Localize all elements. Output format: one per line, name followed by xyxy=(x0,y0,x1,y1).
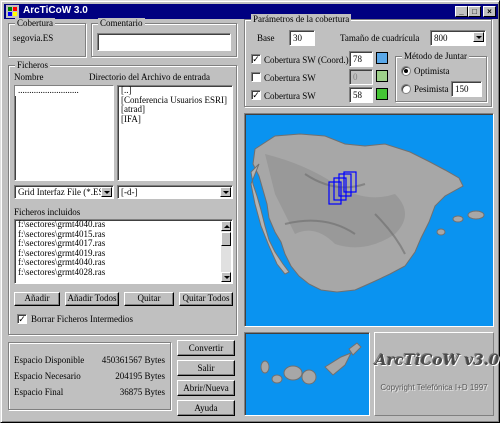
comentario-input[interactable] xyxy=(97,33,231,51)
comentario-label: Comentario xyxy=(98,18,145,28)
spain-map-graphic xyxy=(250,133,485,293)
window-title: ArcTiCoW 3.0 xyxy=(23,5,88,16)
directory-item[interactable]: [..] xyxy=(118,86,232,96)
incluidos-label: Ficheros incluidos xyxy=(14,207,81,217)
file-type-select[interactable]: Grid Interfaz File (*.ES) xyxy=(14,185,114,199)
final-value: 36875 Bytes xyxy=(119,387,165,397)
green-grid-swatch-icon[interactable] xyxy=(376,70,388,82)
tamano-select[interactable]: 800 xyxy=(430,30,486,46)
chevron-down-icon[interactable] xyxy=(220,187,231,197)
canary-islands-map[interactable] xyxy=(244,332,370,416)
drive-select[interactable]: [-d-] xyxy=(117,185,233,199)
logo-copyright: Copyright Telefónica I+D 1997 xyxy=(380,383,488,392)
parametros-label: Parámetros de la cobertura xyxy=(251,14,352,24)
base-input[interactable]: 30 xyxy=(289,30,315,46)
borrar-label: Borrar Ficheros Intermedios xyxy=(31,314,133,324)
close-button[interactable]: × xyxy=(483,6,496,17)
included-file-item[interactable]: f:\sectores\grmt4040.ras xyxy=(15,220,232,230)
logo-title: ArcTiCoW v3.0 xyxy=(375,351,500,369)
metodo-label: Método de Juntar xyxy=(402,51,469,61)
directorio-label: Directorio del Archivo de entrada xyxy=(89,72,210,82)
directory-item[interactable]: [atrad] xyxy=(118,105,232,115)
tamano-label: Tamaño de cuadrícula xyxy=(340,33,420,43)
metodo-group: Método de Juntar Optimista Pesimista 150 xyxy=(395,51,487,102)
directory-list[interactable]: [..] [Conferencia Usuarios ESRI] [atrad]… xyxy=(117,85,233,181)
base-label: Base xyxy=(257,33,275,43)
file-type-value: Grid Interfaz File (*.ES) xyxy=(18,187,107,197)
logo-panel: ArcTiCoW v3.0 Copyright Telefónica I+D 1… xyxy=(374,332,500,416)
anadir-button[interactable]: Añadir xyxy=(14,292,60,306)
quitar-button[interactable]: Quitar xyxy=(124,292,174,306)
stats-group: Espacio Disponible 450361567 Bytes Espac… xyxy=(8,342,171,410)
scroll-up-icon[interactable] xyxy=(221,221,231,231)
pesimista-radio[interactable] xyxy=(401,84,411,94)
salir-button[interactable]: Salir xyxy=(177,360,235,376)
included-file-item[interactable]: f:\sectores\grmt4017.ras xyxy=(15,239,232,249)
chevron-down-icon[interactable] xyxy=(473,32,484,42)
cobertura-label: Cobertura xyxy=(15,18,55,28)
convertir-button[interactable]: Convertir xyxy=(177,340,235,356)
ficheros-label: Ficheros xyxy=(15,60,50,70)
drive-value: [-d-] xyxy=(121,187,138,197)
nombre-label: Nombre xyxy=(14,72,44,82)
optimista-radio[interactable] xyxy=(401,66,411,76)
directory-item[interactable]: [IFA] xyxy=(118,115,232,125)
borrar-checkbox[interactable]: ✓ xyxy=(17,314,27,324)
cobertura-group: Cobertura segovia.ES xyxy=(8,18,86,57)
ficheros-group: Ficheros Nombre Directorio del Archivo d… xyxy=(8,60,237,335)
cob3-checkbox[interactable]: ✓ xyxy=(251,90,261,100)
necesario-label: Espacio Necesario xyxy=(14,371,81,381)
cob1-checkbox[interactable]: ✓ xyxy=(251,54,261,64)
scroll-down-icon[interactable] xyxy=(221,272,231,282)
canary-islands-graphic xyxy=(260,342,362,385)
directory-item[interactable]: [Conferencia Usuarios ESRI] xyxy=(118,96,232,106)
disponible-label: Espacio Disponible xyxy=(14,355,85,365)
cob1-input[interactable]: 78 xyxy=(349,51,373,67)
application-window: ArcTiCoW 3.0 _ □ × Cobertura segovia.ES … xyxy=(0,0,500,423)
included-file-item[interactable]: f:\sectores\grmt4040.ras xyxy=(15,258,232,268)
spain-map[interactable] xyxy=(244,113,494,327)
file-name-list[interactable]: ........................... xyxy=(14,85,114,181)
cobertura-value: segovia.ES xyxy=(13,33,54,43)
quitar-todos-button[interactable]: Quitar Todos xyxy=(179,292,233,306)
pesimista-label: Pesimista xyxy=(414,84,449,94)
included-files-list[interactable]: f:\sectores\grmt4040.ras f:\sectores\grm… xyxy=(14,219,233,284)
file-list-item[interactable]: ........................... xyxy=(15,86,113,96)
cob2-input[interactable]: 0 xyxy=(349,69,373,85)
parametros-group: Parámetros de la cobertura Base 30 Tamañ… xyxy=(244,14,492,107)
pesimista-input[interactable]: 150 xyxy=(451,81,482,97)
cob2-checkbox[interactable] xyxy=(251,72,261,82)
minimize-button[interactable]: _ xyxy=(455,6,468,17)
scroll-thumb[interactable] xyxy=(221,232,231,246)
comentario-group: Comentario xyxy=(91,18,237,57)
cob3-label: Cobertura SW xyxy=(264,91,316,101)
vertical-scrollbar[interactable] xyxy=(221,221,231,282)
abrir-nueva-button[interactable]: Abrir/Nueva xyxy=(177,380,235,396)
final-label: Espacio Final xyxy=(14,387,64,397)
included-file-item[interactable]: f:\sectores\grmt4028.ras xyxy=(15,268,232,278)
anadir-todos-button[interactable]: Añadir Todos xyxy=(65,292,119,306)
included-file-item[interactable]: f:\sectores\grmt4019.ras xyxy=(15,249,232,259)
app-icon xyxy=(6,5,19,18)
bright-green-swatch-icon[interactable] xyxy=(376,88,388,100)
optimista-label: Optimista xyxy=(414,66,450,76)
disponible-value: 450361567 Bytes xyxy=(101,355,165,365)
necesario-value: 204195 Bytes xyxy=(115,371,165,381)
cob3-input[interactable]: 58 xyxy=(349,87,373,103)
ayuda-button[interactable]: Ayuda xyxy=(177,400,235,416)
cob2-label: Cobertura SW xyxy=(264,73,316,83)
tamano-value: 800 xyxy=(434,33,448,43)
blue-grid-swatch-icon[interactable] xyxy=(376,52,388,64)
cob1-label: Cobertura SW (Coord.) xyxy=(264,55,349,65)
chevron-down-icon[interactable] xyxy=(101,187,112,197)
included-file-item[interactable]: f:\sectores\grmt4015.ras xyxy=(15,230,232,240)
maximize-button[interactable]: □ xyxy=(468,6,481,17)
